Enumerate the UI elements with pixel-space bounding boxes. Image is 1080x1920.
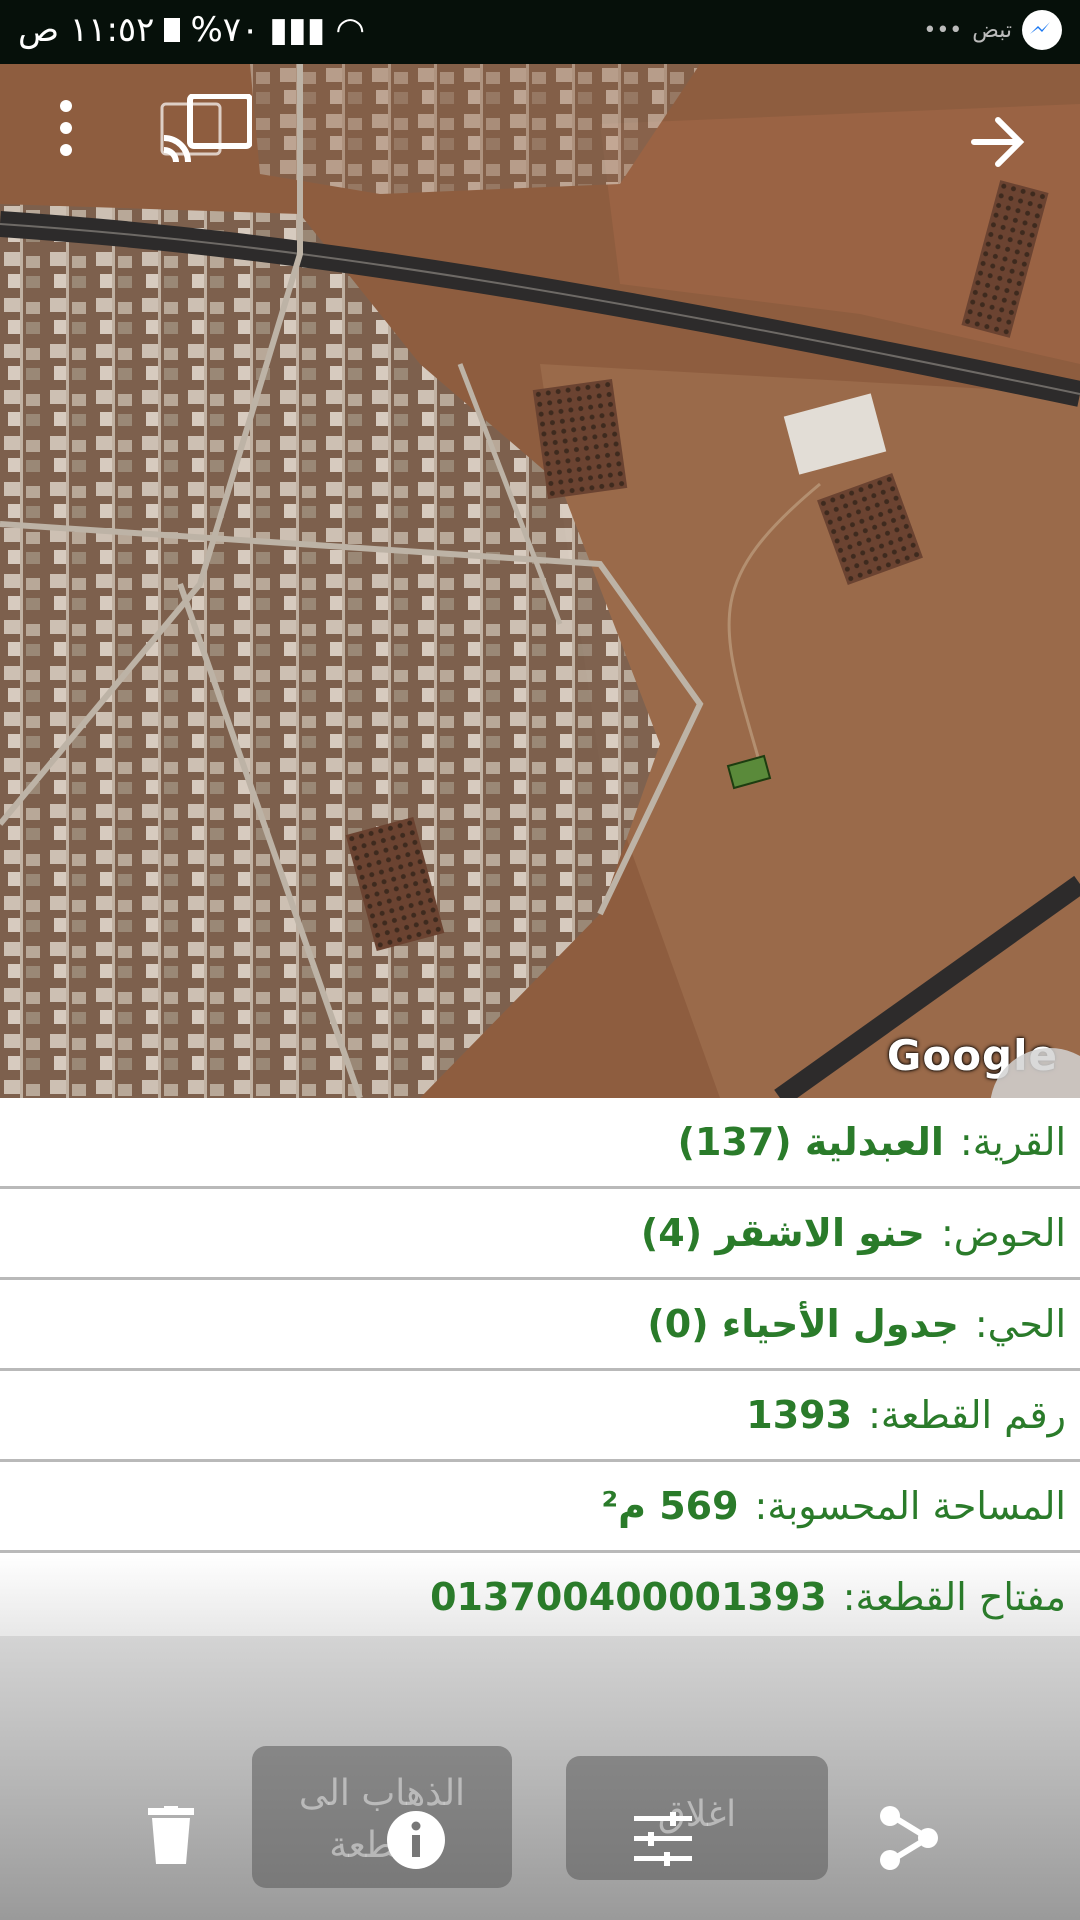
parcel-number-label: رقم القطعة:	[868, 1393, 1066, 1437]
delete-icon[interactable]	[148, 1806, 194, 1868]
village-value: العبدلية (137)	[677, 1120, 944, 1164]
district-value: جدول الأحياء (0)	[647, 1302, 959, 1346]
close-button[interactable]: اغلاق	[566, 1756, 828, 1880]
area-label: المساحة المحسوبة:	[754, 1484, 1066, 1528]
status-bar: ١١:٥٢ ص %٧٠ ▮▮▮ ◠ ••• تبض	[0, 0, 1080, 64]
wifi-icon: ◠	[335, 10, 366, 50]
goto-parcel-button[interactable]: الذهاب الى القطعة	[252, 1746, 512, 1888]
status-left: ١١:٥٢ ص %٧٠ ▮▮▮ ◠	[18, 10, 365, 50]
battery-percent: %٧٠	[190, 10, 260, 50]
area-row: المساحة المحسوبة: 569 م²	[0, 1462, 1080, 1553]
basin-value: حنو الاشقر (4)	[640, 1211, 925, 1255]
info-icon[interactable]	[386, 1810, 446, 1874]
bottom-toolbar: الذهاب الى القطعة اغلاق	[0, 1636, 1080, 1920]
parcel-key-row: مفتاح القطعة: 013700400001393	[0, 1553, 1080, 1644]
village-row: القرية: العبدلية (137)	[0, 1098, 1080, 1189]
overflow-dots: •••	[923, 17, 963, 43]
share-icon[interactable]	[878, 1804, 940, 1874]
parcel-number-row: رقم القطعة: 1393	[0, 1371, 1080, 1462]
parcel-info-panel: القرية: العبدلية (137) الحوض: حنو الاشقر…	[0, 1098, 1080, 1644]
village-label: القرية:	[959, 1120, 1066, 1164]
goto-parcel-label: الذهاب الى القطعة	[298, 1773, 466, 1866]
parcel-key-value: 013700400001393	[430, 1575, 827, 1619]
satellite-map[interactable]: Google	[0, 64, 1080, 1098]
area-value: 569 م²	[601, 1484, 739, 1528]
clock: ١١:٥٢ ص	[18, 10, 155, 50]
basin-label: الحوض:	[940, 1211, 1066, 1255]
close-label: اغلاق	[657, 1794, 737, 1835]
parcel-number-value: 1393	[746, 1393, 853, 1437]
filter-icon[interactable]	[634, 1812, 692, 1870]
signal-icon: ▮▮▮	[269, 10, 326, 50]
map-imagery	[0, 64, 1080, 1098]
district-label: الحي:	[974, 1302, 1066, 1346]
battery-icon	[164, 18, 181, 42]
district-row: الحي: جدول الأحياء (0)	[0, 1280, 1080, 1371]
parcel-key-label: مفتاح القطعة:	[842, 1575, 1066, 1619]
notification-text: تبض	[972, 17, 1012, 43]
basin-row: الحوض: حنو الاشقر (4)	[0, 1189, 1080, 1280]
messenger-icon	[1022, 10, 1062, 50]
status-right: ••• تبض	[923, 10, 1062, 50]
more-vert-icon[interactable]	[58, 98, 74, 158]
